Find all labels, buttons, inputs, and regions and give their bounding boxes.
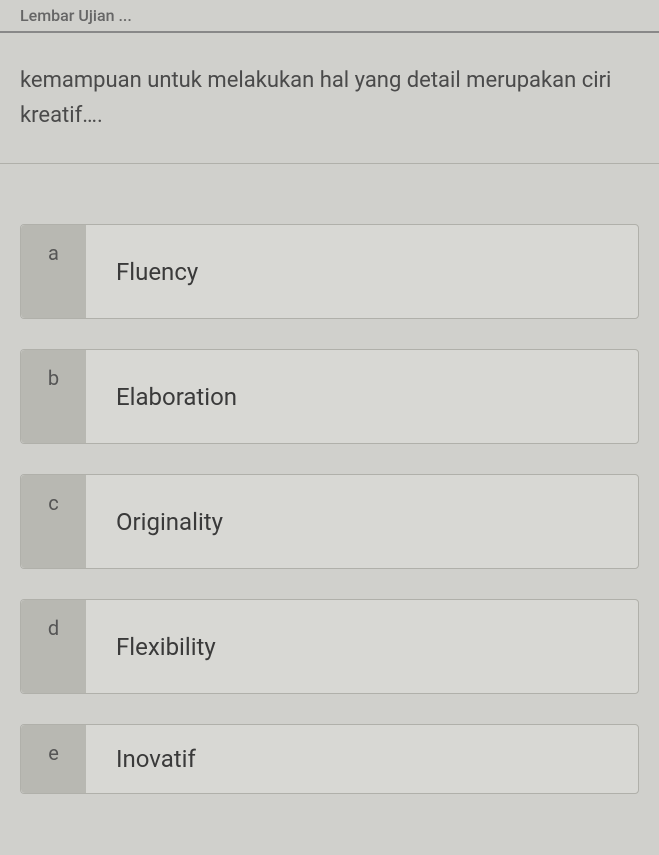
option-letter: e bbox=[21, 725, 86, 793]
option-c[interactable]: c Originality bbox=[20, 474, 639, 569]
option-text: Originality bbox=[86, 475, 638, 568]
option-d[interactable]: d Flexibility bbox=[20, 599, 639, 694]
option-letter: a bbox=[21, 225, 86, 318]
option-letter: b bbox=[21, 350, 86, 443]
option-text: Elaboration bbox=[86, 350, 638, 443]
options-list: a Fluency b Elaboration c Originality d … bbox=[0, 164, 659, 814]
option-text: Flexibility bbox=[86, 600, 638, 693]
header-title: Lembar Ujian ... bbox=[20, 6, 132, 25]
option-e[interactable]: e Inovatif bbox=[20, 724, 639, 794]
option-a[interactable]: a Fluency bbox=[20, 224, 639, 319]
question-area: kemampuan untuk melakukan hal yang detai… bbox=[0, 33, 659, 164]
option-letter: d bbox=[21, 600, 86, 693]
option-text: Inovatif bbox=[86, 725, 638, 793]
question-text: kemampuan untuk melakukan hal yang detai… bbox=[20, 63, 639, 133]
option-letter: c bbox=[21, 475, 86, 568]
page-header: Lembar Ujian ... bbox=[0, 0, 659, 33]
option-text: Fluency bbox=[86, 225, 638, 318]
option-b[interactable]: b Elaboration bbox=[20, 349, 639, 444]
